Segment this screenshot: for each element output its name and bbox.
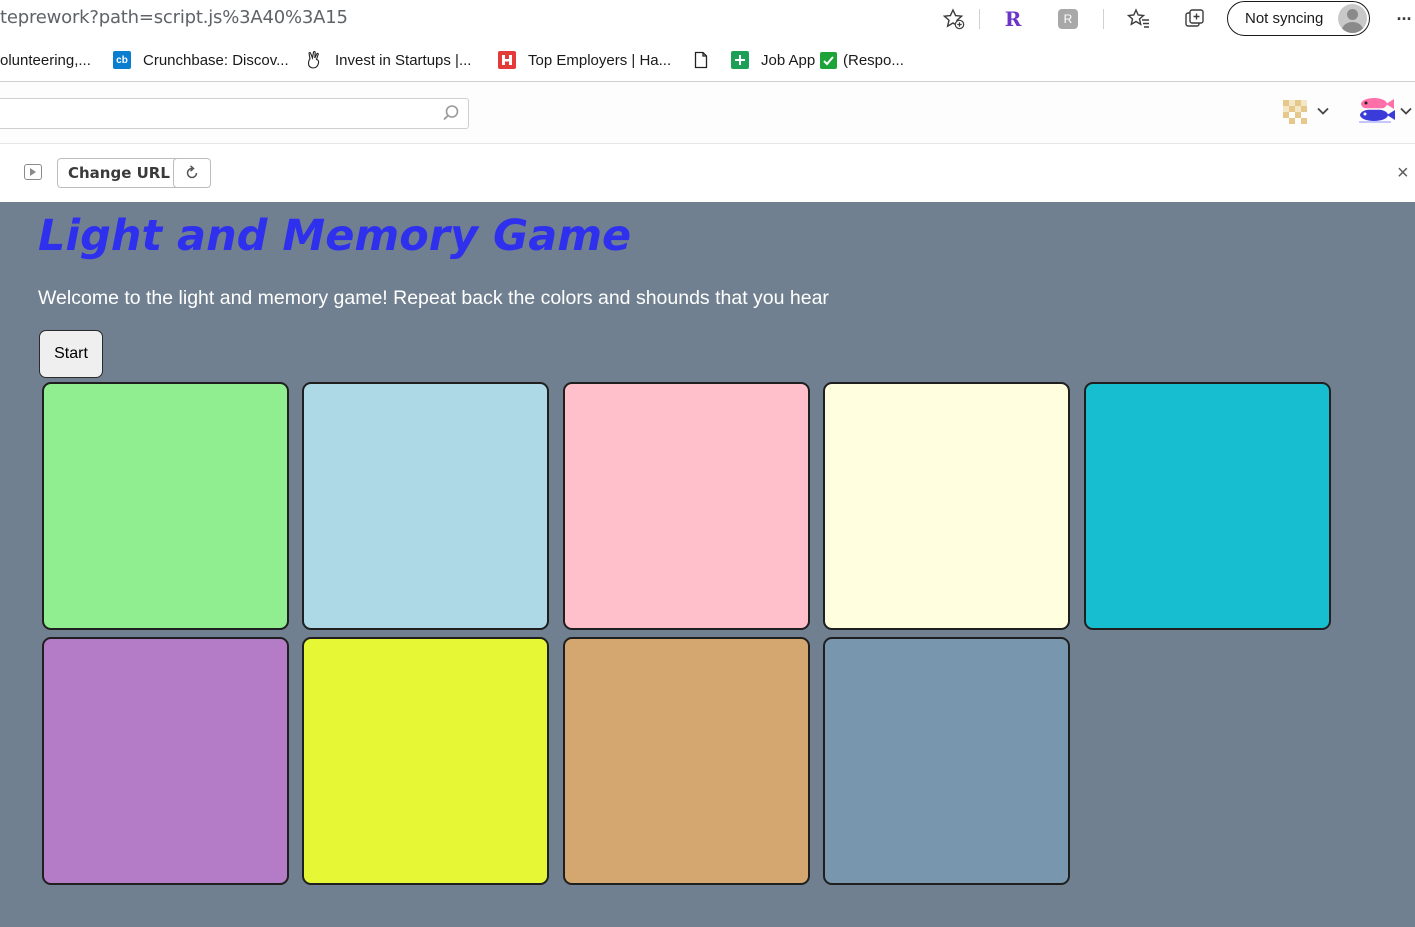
game-tile-1[interactable] (42, 382, 289, 630)
welcome-text: Welcome to the light and memory game! Re… (38, 287, 829, 309)
game-tile-9[interactable] (823, 637, 1070, 885)
profile-avatar-icon (1338, 4, 1367, 33)
start-button[interactable]: Start (39, 330, 103, 378)
bookmark-item[interactable]: (Respo... (820, 49, 904, 71)
bookmark-item[interactable]: Job App (731, 49, 815, 71)
chevron-down-icon[interactable] (1399, 104, 1413, 118)
toolbar-separator (979, 9, 980, 29)
bookmark-label: Job App (761, 51, 816, 69)
page-title: Light and Memory Game (38, 211, 632, 261)
more-menu-icon[interactable]: ··· (1389, 4, 1415, 34)
collections-icon[interactable] (1180, 4, 1210, 34)
bookmark-label: Top Employers | Ha... (528, 51, 672, 69)
game-tile-2[interactable] (302, 382, 549, 630)
refresh-button[interactable] (173, 158, 211, 188)
run-preview-icon[interactable] (24, 164, 42, 180)
extension-r-icon[interactable]: R (998, 4, 1028, 34)
address-bar-row: teprework?path=script.js%3A40%3A15 R R N… (0, 0, 1415, 38)
game-tile-5[interactable] (1084, 382, 1331, 630)
game-tile-7[interactable] (302, 637, 549, 885)
angellist-icon (305, 51, 323, 69)
extension-gray-icon[interactable]: R (1053, 4, 1083, 34)
sync-label: Not syncing (1245, 10, 1324, 27)
site-search-input[interactable] (0, 98, 469, 129)
sheets-icon (731, 51, 749, 69)
toolbar-separator (1103, 9, 1104, 29)
bookmarks-bar: olunteering,... cb Crunchbase: Discov...… (0, 42, 1415, 78)
add-favorite-icon[interactable] (939, 4, 969, 34)
checkered-extension-icon[interactable] (1281, 98, 1311, 128)
game-tile-4[interactable] (823, 382, 1070, 630)
fish-avatar-icon[interactable] (1355, 96, 1395, 128)
refresh-icon (186, 165, 198, 179)
game-tile-3[interactable] (563, 382, 810, 630)
favorites-icon[interactable] (1124, 4, 1154, 34)
bookmark-label: (Respo... (843, 51, 904, 69)
search-icon (443, 105, 459, 121)
page-icon (692, 51, 710, 69)
bookmark-item[interactable]: Top Employers | Ha... (498, 49, 671, 71)
bookmark-label: Invest in Startups |... (335, 51, 472, 69)
game-page: Light and Memory Game Welcome to the lig… (0, 202, 1415, 927)
change-url-button[interactable]: Change URL (57, 158, 181, 188)
bookmark-item[interactable]: cb Crunchbase: Discov... (113, 49, 289, 71)
bookmark-label: Crunchbase: Discov... (143, 51, 289, 69)
game-tile-6[interactable] (42, 637, 289, 885)
game-tile-8[interactable] (563, 637, 810, 885)
address-bar-url[interactable]: teprework?path=script.js%3A40%3A15 (0, 7, 348, 28)
close-preview-icon[interactable]: × (1397, 162, 1409, 185)
bookmark-item[interactable]: olunteering,... (0, 49, 91, 71)
not-syncing-button[interactable]: Not syncing (1227, 1, 1370, 36)
bookmark-label: olunteering,... (0, 51, 91, 69)
handshake-icon (498, 51, 516, 69)
bookmark-item[interactable] (692, 49, 722, 71)
checkmark-icon (820, 51, 837, 69)
crunchbase-icon: cb (113, 51, 131, 69)
preview-bar: Change URL × (0, 144, 1415, 202)
chevron-down-icon[interactable] (1316, 104, 1330, 118)
site-toolbar (0, 82, 1415, 144)
bookmark-item[interactable]: Invest in Startups |... (305, 49, 471, 71)
